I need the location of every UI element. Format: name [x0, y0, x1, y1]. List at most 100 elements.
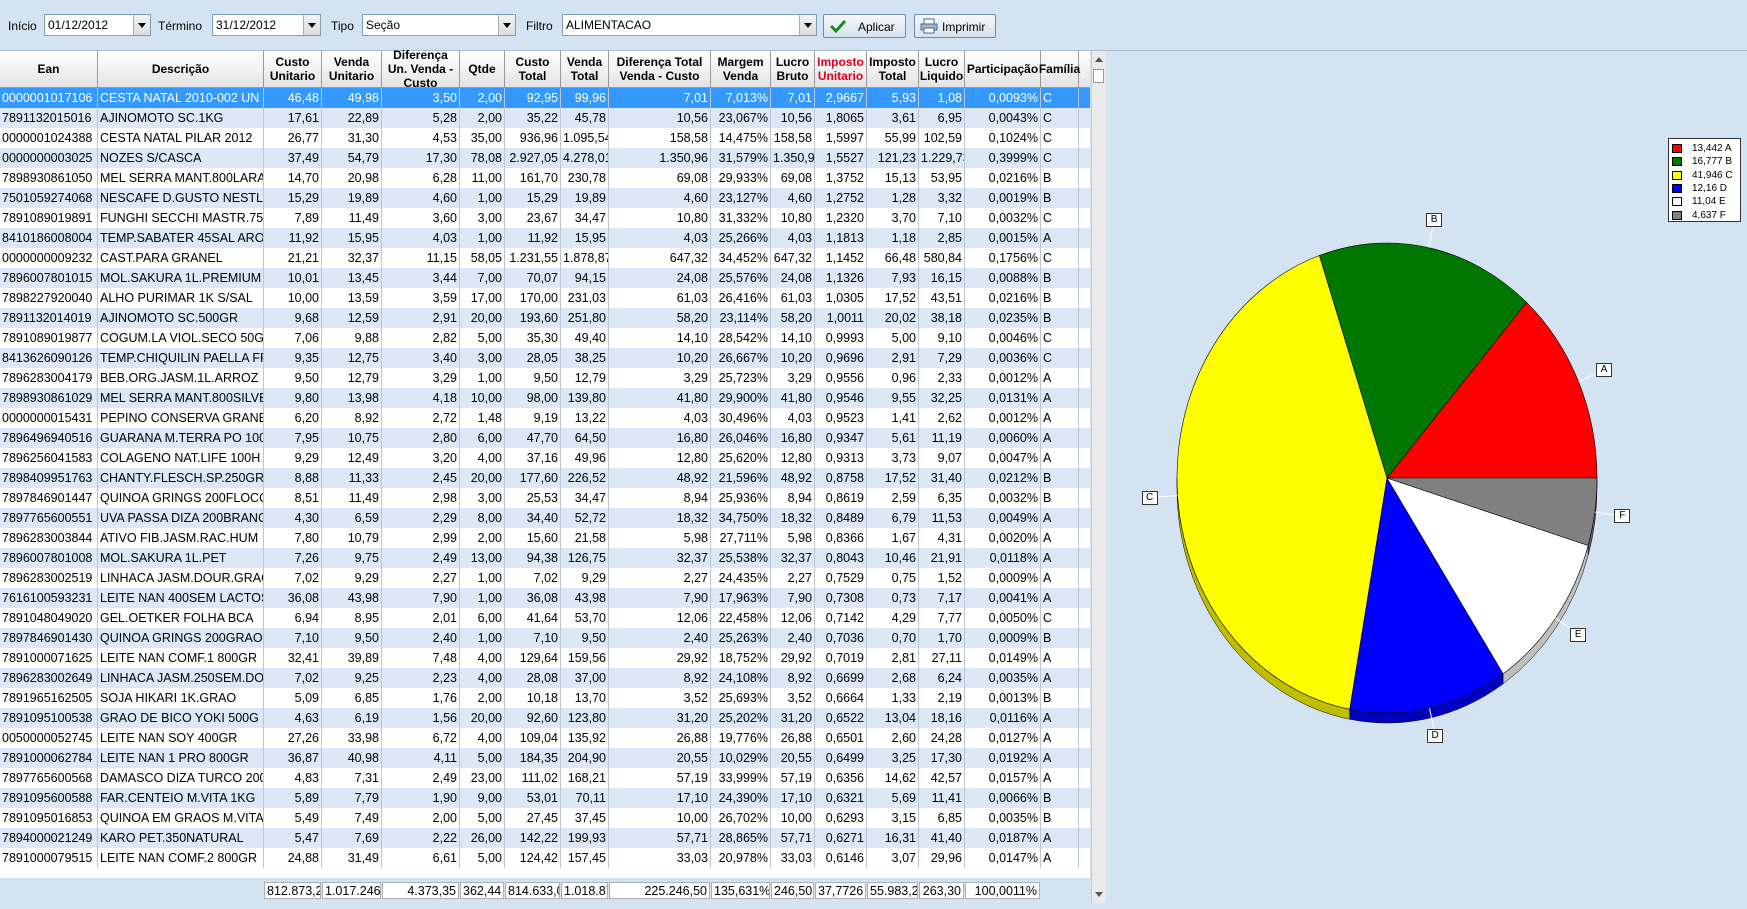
table-row[interactable]: 7891095100538 GRAO DE BICO YOKI 500G 4,63 6… — [0, 708, 1090, 728]
table-row[interactable]: 7616100593231 LEITE NAN 400SEM LACTOSE 36,… — [0, 588, 1090, 608]
table-row[interactable]: 7891089019891 FUNGHI SECCHI MASTR.75 7,89 1… — [0, 208, 1090, 228]
table-cell: 0,0157% — [965, 768, 1041, 788]
column-header[interactable]: Diferença Un. Venda - Custo — [382, 48, 460, 90]
pie-slice-label: C — [1141, 490, 1158, 505]
column-header[interactable]: Venda Total — [561, 51, 609, 87]
table-cell: 26,88 — [609, 728, 711, 748]
table-row[interactable]: 7896283002649 LINHACA JASM.250SEM.DOUR 7,0… — [0, 668, 1090, 688]
table-row[interactable]: 7898930861029MEL SERRA MANT.800SILVESTRE… — [0, 388, 1090, 408]
table-row[interactable]: 7896007801015 MOL.SAKURA 1L.PREMIUM 10,01 1… — [0, 268, 1090, 288]
table-cell: 26,88 — [771, 728, 815, 748]
table-cell: 61,03 — [771, 288, 815, 308]
table-cell: B — [1041, 488, 1079, 508]
table-row[interactable]: 0000000015431 PEPINO CONSERVA GRANEL 6,20 8… — [0, 408, 1090, 428]
table-cell: 9,29 — [264, 448, 322, 468]
table-cell: 124,42 — [505, 848, 561, 868]
table-row[interactable]: 7891000079515 LEITE NAN COMF.2 800GR 24,88… — [0, 848, 1090, 868]
table-cell: 17,52 — [867, 288, 919, 308]
table-row[interactable]: 7501059274068 NESCAFE D.GUSTO NESTLE 15,29… — [0, 188, 1090, 208]
chevron-down-icon[interactable] — [133, 15, 150, 35]
table-cell: 28,08 — [505, 668, 561, 688]
table-row[interactable]: 7891132015016 AJINOMOTO SC.1KG 17,61 22,89 5… — [0, 108, 1090, 128]
table-cell: 64,50 — [561, 428, 609, 448]
table-cell: A — [1041, 708, 1079, 728]
table-row[interactable]: 0000000003025 NOZES S/CASCA 37,49 54,79 17,3… — [0, 148, 1090, 168]
table-row[interactable]: 7896256041583 COLAGENO NAT.LIFE 100H 9,29 1… — [0, 448, 1090, 468]
chevron-down-icon[interactable] — [303, 15, 320, 35]
table-row[interactable]: 7896283002519 LINHACA JASM.DOUR.GRAO 7,02 9… — [0, 568, 1090, 588]
table-cell: 3,00 — [460, 488, 505, 508]
column-header[interactable]: Imposto Unitario — [815, 51, 867, 87]
column-header[interactable]: Custo Unitario — [264, 51, 322, 87]
aplicar-button[interactable]: Aplicar — [823, 14, 906, 38]
column-header[interactable]: Descrição — [98, 51, 264, 87]
inicio-date-picker[interactable]: 01/12/2012 — [44, 14, 151, 36]
column-header[interactable]: Venda Unitario — [322, 51, 382, 87]
table-row[interactable]: 8413626090126 TEMP.CHIQUILIN PAELLA FR 9,3… — [0, 348, 1090, 368]
table-row[interactable]: 7894000021249 KARO PET.350NATURAL 5,47 7,69… — [0, 828, 1090, 848]
table-cell: 0,0147% — [965, 848, 1041, 868]
table-row[interactable]: 7896496940516 GUARANA M.TERRA PO 100G 7,95… — [0, 428, 1090, 448]
table-row[interactable]: 0000001017106 CESTA NATAL 2010-002 UN 46,4… — [0, 88, 1090, 108]
table-row[interactable]: 7891089019877 COGUM.LA VIOL.SECO 50G 7,06 9… — [0, 328, 1090, 348]
table-row[interactable]: 7897765600568 DAMASCO DIZA TURCO 200 4,83 7… — [0, 768, 1090, 788]
table-cell: 0,0035% — [965, 808, 1041, 828]
table-row[interactable]: 7896283003844 ATIVO FIB.JASM.RAC.HUM 7,80 1… — [0, 528, 1090, 548]
table-row[interactable]: 7891095016853 QUINOA EM GRAOS M.VITAL 5,49… — [0, 808, 1090, 828]
table-cell: 0,0235% — [965, 308, 1041, 328]
column-header[interactable]: Imposto Total — [867, 51, 919, 87]
column-header[interactable]: Participação — [965, 51, 1041, 87]
scroll-up-icon[interactable] — [1095, 57, 1103, 62]
table-row[interactable]: 7891132014019 AJINOMOTO SC.500GR 9,68 12,59… — [0, 308, 1090, 328]
table-row[interactable]: 7891965162505 SOJA HIKARI 1K.GRAO 5,09 6,85… — [0, 688, 1090, 708]
table-row[interactable]: 0050000052745 LEITE NAN SOY 400GR 27,26 33,… — [0, 728, 1090, 748]
table-cell: 0,9993 — [815, 328, 867, 348]
table-row[interactable]: 0000000009232 CAST.PARA GRANEL 21,21 32,37 1… — [0, 248, 1090, 268]
scrollbar-thumb[interactable] — [1093, 69, 1104, 83]
table-row[interactable]: 7891048049020 GEL.OETKER FOLHA BCA 6,94 8,9… — [0, 608, 1090, 628]
table-row[interactable]: 7891095600588 FAR.CENTEIO M.VITA 1KG 5,89 7… — [0, 788, 1090, 808]
chevron-down-icon[interactable] — [498, 15, 515, 35]
column-header[interactable]: Custo Total — [505, 51, 561, 87]
table-cell: 2,49 — [382, 768, 460, 788]
table-row[interactable]: 7898409951763 CHANTY.FLESCH.SP.250GR 8,88 1… — [0, 468, 1090, 488]
column-header[interactable]: Lucro Bruto — [771, 51, 815, 87]
table-row[interactable]: 7898930861050MEL SERRA MANT.800LARANJA14… — [0, 168, 1090, 188]
table-cell: 25,53 — [505, 488, 561, 508]
table-cell: A — [1041, 448, 1079, 468]
table-cell: 10,56 — [771, 108, 815, 128]
pie-slice-label: D — [1427, 728, 1444, 743]
table-cell: 0,8489 — [815, 508, 867, 528]
table-row[interactable]: 7891000071625 LEITE NAN COMF.1 800GR 32,41… — [0, 648, 1090, 668]
table-cell: 7897765600551 — [0, 508, 98, 528]
filtro-select[interactable]: ALIMENTACAO — [562, 14, 817, 36]
table-cell: 126,75 — [561, 548, 609, 568]
table-cell: 23,00 — [460, 768, 505, 788]
legend-text: 11,04 E — [1692, 196, 1726, 208]
table-row[interactable]: 7898227920040 ALHO PURIMAR 1K S/SAL 10,00 1… — [0, 288, 1090, 308]
column-header[interactable]: Diferença Total Venda - Custo — [609, 51, 711, 87]
scroll-down-icon[interactable] — [1095, 892, 1103, 897]
termino-date-picker[interactable]: 31/12/2012 — [212, 14, 321, 36]
table-row[interactable]: 7897765600551 UVA PASSA DIZA 200BRANCA 4,3… — [0, 508, 1090, 528]
tipo-select[interactable]: Seção — [362, 14, 516, 36]
table-row[interactable]: 7897846901430 QUINOA GRINGS 200GRAOS 7,10 9… — [0, 628, 1090, 648]
imprimir-button[interactable]: Imprimir — [914, 14, 996, 38]
column-header[interactable]: Margem Venda — [711, 51, 771, 87]
column-header[interactable]: Qtde — [460, 51, 505, 87]
table-row[interactable]: 7897846901447 QUINOA GRINGS 200FLOCOS 8,51… — [0, 488, 1090, 508]
column-header[interactable]: Lucro Liquido — [919, 51, 965, 87]
table-row[interactable]: 7891000062784 LEITE NAN 1 PRO 800GR 36,87 4… — [0, 748, 1090, 768]
table-row[interactable]: 7896007801008 MOL.SAKURA 1L.PET 7,26 9,75 2,… — [0, 548, 1090, 568]
column-header[interactable]: Ean — [0, 51, 98, 87]
column-header[interactable]: Família — [1039, 51, 1080, 87]
table-row[interactable]: 8410186008004TEMP.SABATER 45SAL AROMA11,… — [0, 228, 1090, 248]
table-cell: 0,73 — [867, 588, 919, 608]
chevron-down-icon[interactable] — [799, 15, 816, 35]
table-row[interactable]: 7896283004179 BEB.ORG.JASM.1L.ARROZ 9,50 12… — [0, 368, 1090, 388]
table-row[interactable]: 0000001024388 CESTA NATAL PILAR 2012 26,77… — [0, 128, 1090, 148]
grid-vertical-scrollbar[interactable] — [1091, 51, 1106, 903]
table-cell: 12,75 — [322, 348, 382, 368]
table-cell: 4,60 — [771, 188, 815, 208]
table-cell: 7,02 — [264, 668, 322, 688]
